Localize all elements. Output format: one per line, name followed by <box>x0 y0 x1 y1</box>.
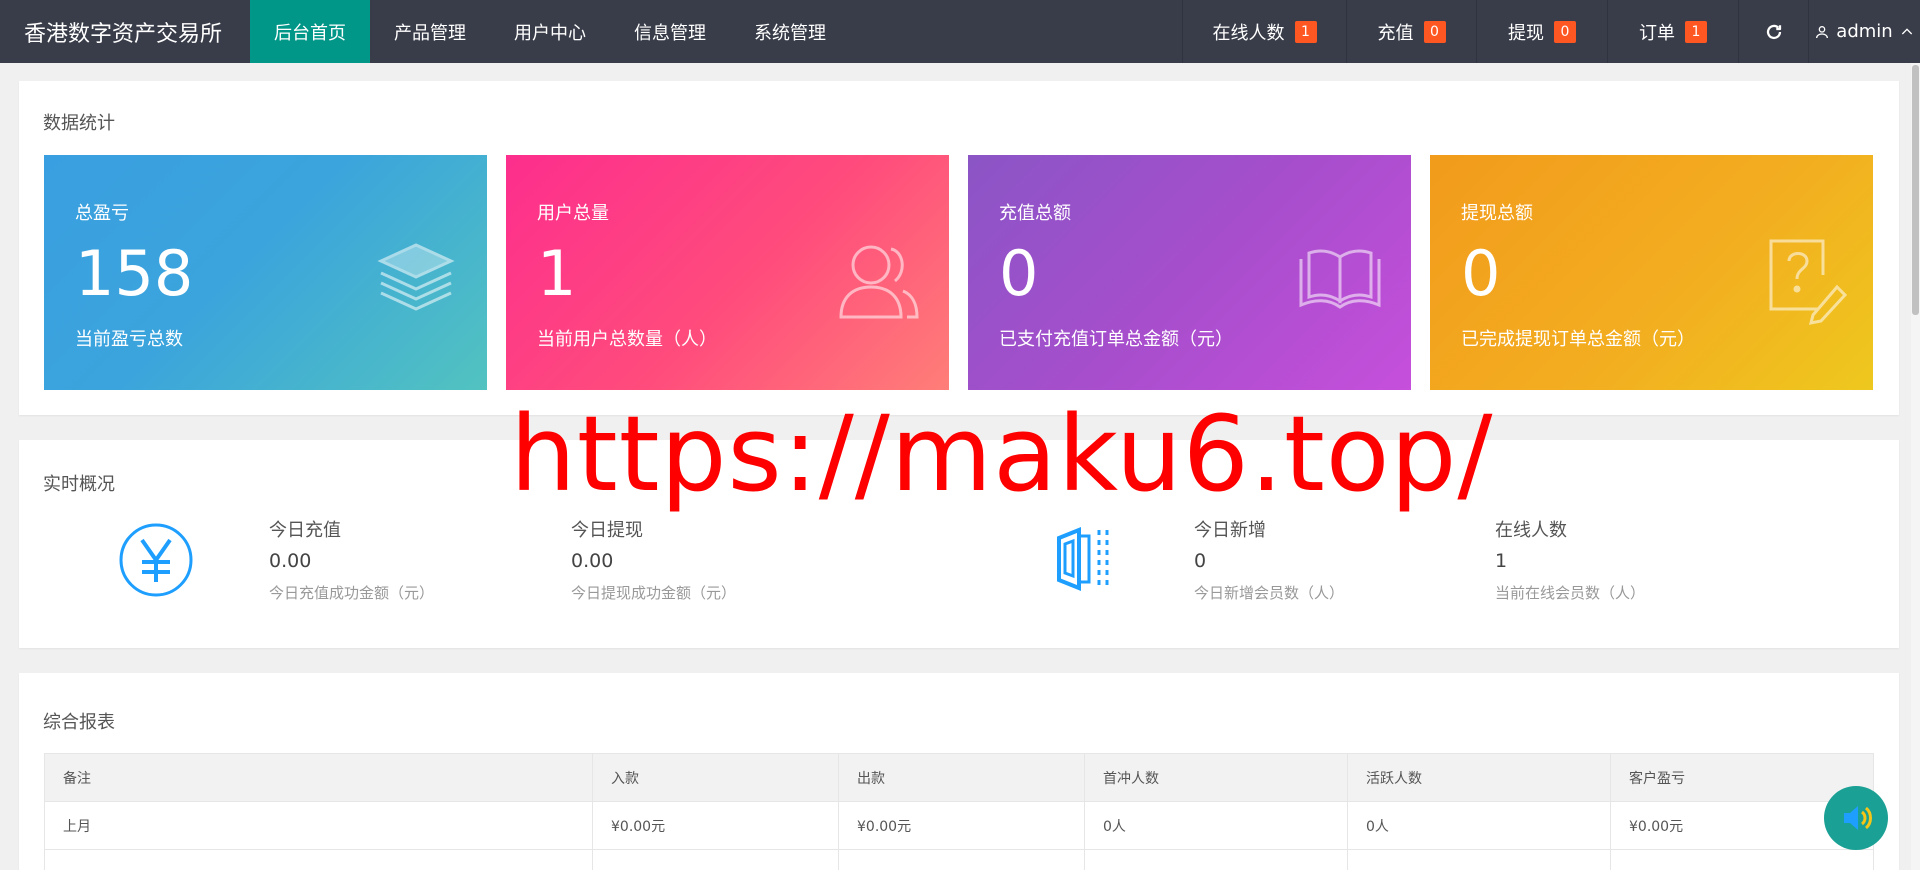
table-row: 上月 ¥0.00元 ¥0.00元 0人 0人 ¥0.00元 <box>44 801 1874 850</box>
brand-title: 香港数字资产交易所 <box>24 21 223 47</box>
table-cell <box>838 849 1085 870</box>
speaker-icon <box>1844 806 1872 830</box>
card-value: 0 <box>999 237 1039 310</box>
user-menu[interactable]: admin <box>1808 0 1920 63</box>
book-icon <box>1299 249 1381 309</box>
withdraw-button[interactable]: 提现 0 <box>1476 0 1607 63</box>
rt-desc: 今日提现成功金额（元） <box>571 584 737 602</box>
online-badge: 1 <box>1294 20 1317 43</box>
scroll-thumb[interactable] <box>1912 65 1919 315</box>
online-label: 在线人数 <box>1212 22 1285 44</box>
rt-value: 0.00 <box>269 550 312 572</box>
column-header: 活跃人数 <box>1347 753 1611 802</box>
column-header: 入款 <box>592 753 839 802</box>
refresh-icon <box>1766 24 1781 39</box>
table-cell: ¥0.00元 <box>838 801 1085 850</box>
card-label: 充值总额 <box>999 203 1071 224</box>
online-members-stat: 在线人数 1 当前在线会员数（人） <box>1495 516 1645 603</box>
rt-value: 0 <box>1194 550 1207 572</box>
rt-desc: 今日新增会员数（人） <box>1194 584 1345 602</box>
stat-card-withdraw[interactable]: 提现总额 0 已完成提现订单总金额（元） <box>1430 155 1873 390</box>
user-icon <box>1816 25 1829 38</box>
page-scrollbar[interactable] <box>1911 63 1920 870</box>
card-label: 提现总额 <box>1461 203 1533 224</box>
today-withdraw-stat: 今日提现 0.00 今日提现成功金额（元） <box>571 516 736 603</box>
rt-value: 1 <box>1495 550 1508 572</box>
card-desc: 已完成提现订单总金额（元） <box>1461 329 1695 350</box>
users-icon <box>839 245 919 319</box>
orders-badge: 1 <box>1685 20 1707 43</box>
yuan-icon <box>119 523 193 597</box>
card-label: 用户总量 <box>537 203 609 224</box>
today-new-members-stat: 今日新增 0 今日新增会员数（人） <box>1194 516 1344 603</box>
report-panel: 综合报表 备注 入款 出款 首冲人数 活跃人数 客户盈亏 上月 ¥0.00元 ¥… <box>19 673 1899 870</box>
float-sound-button[interactable] <box>1824 786 1888 850</box>
table-header-row: 备注 入款 出款 首冲人数 活跃人数 客户盈亏 <box>44 753 1874 802</box>
column-header: 首冲人数 <box>1084 753 1348 802</box>
nav-info[interactable]: 信息管理 <box>610 0 730 63</box>
rt-desc: 今日充值成功金额（元） <box>269 584 435 602</box>
rt-title: 在线人数 <box>1495 520 1567 541</box>
rt-value: 0.00 <box>571 550 614 572</box>
realtime-title: 实时概况 <box>43 474 115 495</box>
chevron-up-icon <box>1901 27 1912 34</box>
table-cell <box>1084 849 1348 870</box>
orders-label: 订单 <box>1639 22 1675 44</box>
nav-products[interactable]: 产品管理 <box>370 0 490 63</box>
table-cell: 上月 <box>44 801 593 850</box>
door-icon <box>1057 527 1109 591</box>
top-header: 香港数字资产交易所 后台首页 产品管理 用户中心 信息管理 系统管理 在线人数 … <box>0 0 1920 63</box>
nav-users[interactable]: 用户中心 <box>490 0 610 63</box>
card-desc: 当前用户总数量（人） <box>537 329 717 350</box>
stat-card-users[interactable]: 用户总量 1 当前用户总数量（人） <box>506 155 949 390</box>
withdraw-badge: 0 <box>1554 20 1576 43</box>
recharge-label: 充值 <box>1377 22 1414 44</box>
rt-title: 今日充值 <box>269 520 341 541</box>
rt-desc: 当前在线会员数（人） <box>1495 584 1646 602</box>
rt-title: 今日提现 <box>571 520 643 541</box>
column-header: 出款 <box>838 753 1085 802</box>
table-cell: 0人 <box>1347 801 1611 850</box>
card-value: 158 <box>75 237 194 310</box>
table-cell: ¥0.00元 <box>592 801 839 850</box>
report-title: 综合报表 <box>43 712 115 733</box>
table-cell <box>1347 849 1611 870</box>
recharge-badge: 0 <box>1423 20 1446 43</box>
username: admin <box>1836 21 1893 42</box>
nav-home[interactable]: 后台首页 <box>250 0 370 63</box>
nav-system[interactable]: 系统管理 <box>730 0 850 63</box>
question-edit-icon <box>1769 239 1847 325</box>
table-cell: 0人 <box>1084 801 1348 850</box>
today-recharge-stat: 今日充值 0.00 今日充值成功金额（元） <box>269 516 434 603</box>
card-value: 1 <box>537 237 577 310</box>
stats-panel: 数据统计 总盈亏 158 当前盈亏总数 用户总量 1 当前用户总数量（人） 充值… <box>19 81 1899 415</box>
table-row <box>44 849 1874 870</box>
recharge-button[interactable]: 充值 0 <box>1346 0 1476 63</box>
stat-card-recharge[interactable]: 充值总额 0 已支付充值订单总金额（元） <box>968 155 1411 390</box>
card-desc: 已支付充值订单总金额（元） <box>999 329 1233 350</box>
column-header: 备注 <box>44 753 593 802</box>
header-right: 在线人数 1 充值 0 提现 0 订单 1 admin <box>1182 0 1920 63</box>
table-cell <box>1610 849 1874 870</box>
card-value: 0 <box>1461 237 1501 310</box>
watermark-url: https://maku6.top/ <box>510 393 1494 515</box>
layers-icon <box>377 243 455 311</box>
table-cell <box>44 849 593 870</box>
card-desc: 当前盈亏总数 <box>75 329 183 350</box>
withdraw-label: 提现 <box>1508 22 1544 44</box>
stats-title: 数据统计 <box>43 113 115 134</box>
report-table: 备注 入款 出款 首冲人数 活跃人数 客户盈亏 上月 ¥0.00元 ¥0.00元… <box>44 753 1874 870</box>
rt-title: 今日新增 <box>1194 520 1266 541</box>
stat-card-profit[interactable]: 总盈亏 158 当前盈亏总数 <box>44 155 487 390</box>
online-count-button[interactable]: 在线人数 1 <box>1182 0 1346 63</box>
orders-button[interactable]: 订单 1 <box>1607 0 1738 63</box>
card-label: 总盈亏 <box>75 203 129 224</box>
main-nav: 后台首页 产品管理 用户中心 信息管理 系统管理 <box>250 0 850 63</box>
refresh-button[interactable] <box>1738 0 1808 63</box>
table-cell <box>592 849 839 870</box>
